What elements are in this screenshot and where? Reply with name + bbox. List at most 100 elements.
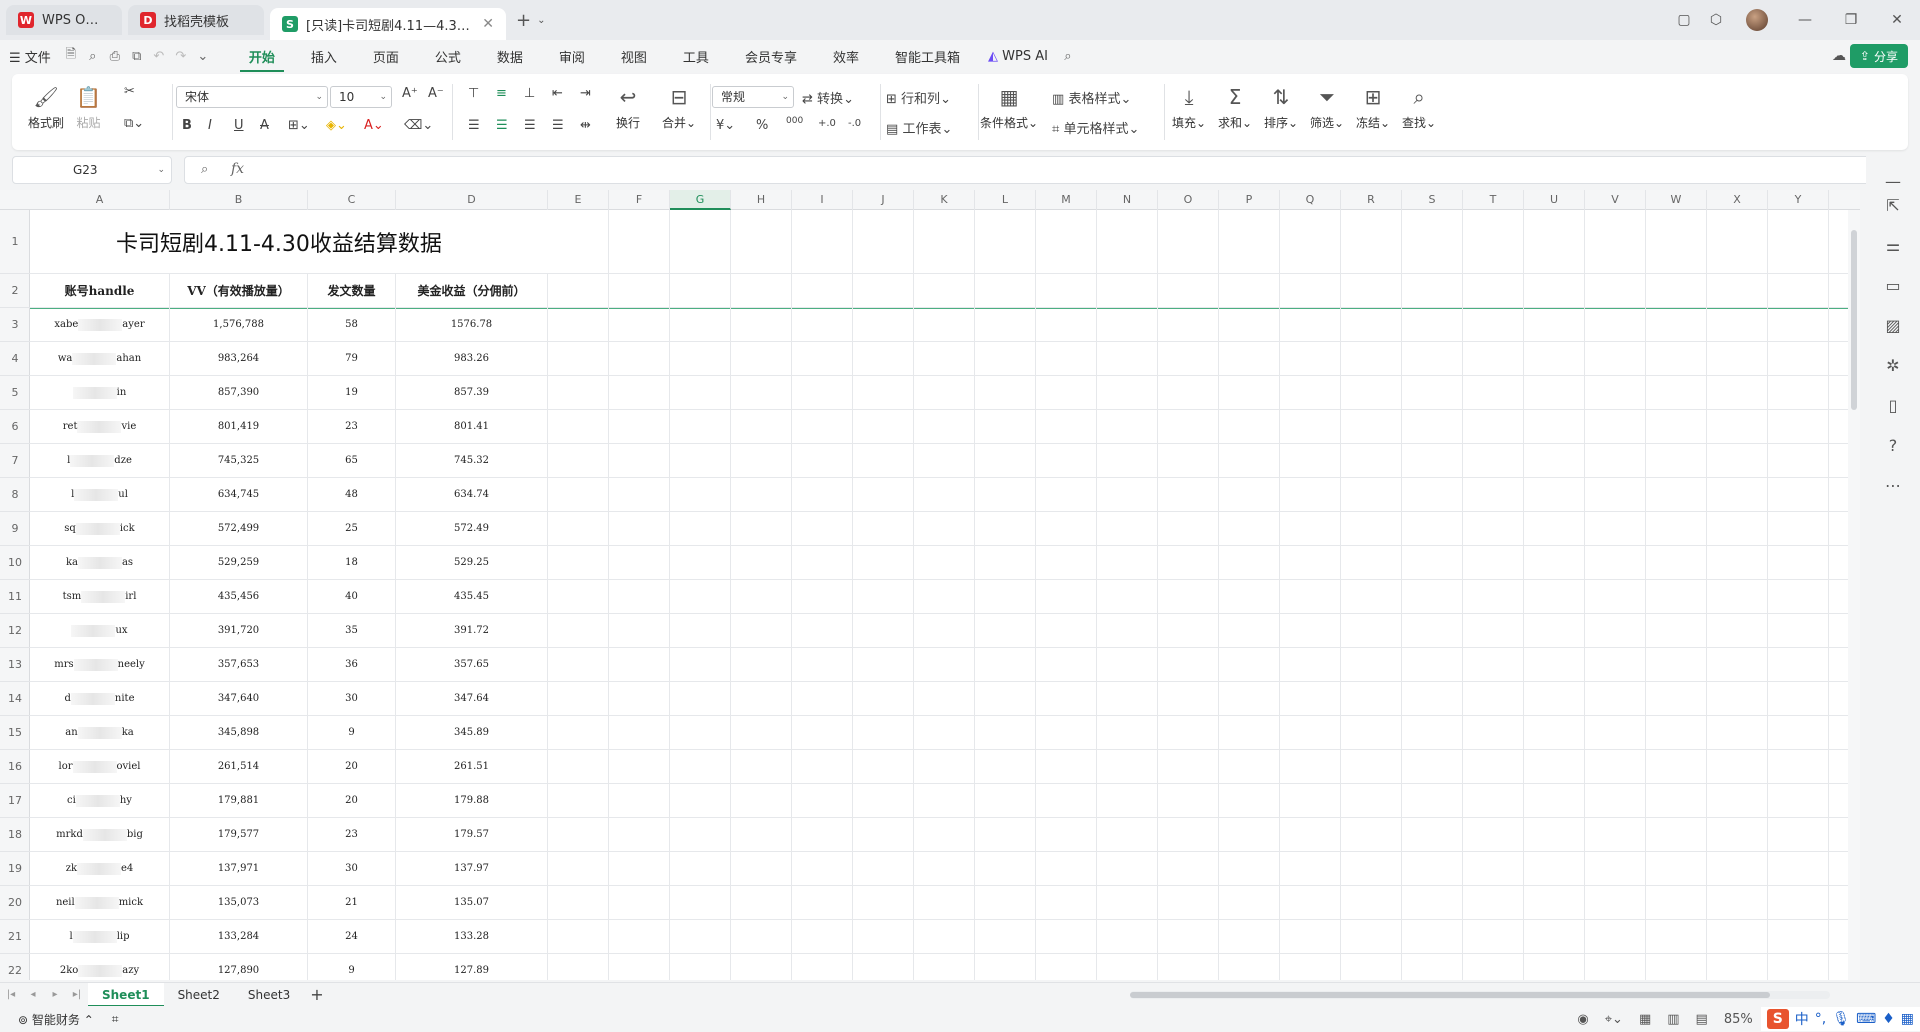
justify-icon[interactable]: ☰ xyxy=(552,118,564,133)
cell-Q8[interactable] xyxy=(1280,478,1341,511)
cell-W11[interactable] xyxy=(1646,580,1707,613)
comment-icon[interactable]: ▭ xyxy=(1866,276,1920,295)
add-sheet-button[interactable]: + xyxy=(310,985,323,1004)
cell-S17[interactable] xyxy=(1402,784,1463,817)
cell-U18[interactable] xyxy=(1524,818,1585,851)
cell-W17[interactable] xyxy=(1646,784,1707,817)
row-header-19[interactable]: 19 xyxy=(0,852,30,886)
cell-C20[interactable]: 21 xyxy=(308,886,396,919)
cell-F2[interactable] xyxy=(609,274,670,307)
cell-C8[interactable]: 48 xyxy=(308,478,396,511)
cell-K1[interactable] xyxy=(914,210,975,273)
cell-S2[interactable] xyxy=(1402,274,1463,307)
cell-V22[interactable] xyxy=(1585,954,1646,980)
decrease-font-icon[interactable]: A⁻ xyxy=(428,86,444,101)
cell-X15[interactable] xyxy=(1707,716,1768,749)
cell-W21[interactable] xyxy=(1646,920,1707,953)
cell-X20[interactable] xyxy=(1707,886,1768,919)
cell-Y6[interactable] xyxy=(1768,410,1829,443)
row-header-8[interactable]: 8 xyxy=(0,478,30,512)
eye-protection-icon[interactable]: ◉ xyxy=(1577,1012,1588,1027)
cell-H13[interactable] xyxy=(731,648,792,681)
cell-P17[interactable] xyxy=(1219,784,1280,817)
row-header-11[interactable]: 11 xyxy=(0,580,30,614)
restore-icon[interactable]: ❐ xyxy=(1828,12,1874,28)
cell-Q19[interactable] xyxy=(1280,852,1341,885)
format-painter-button[interactable]: 🖌 格式刷 xyxy=(28,84,64,131)
cell-I14[interactable] xyxy=(792,682,853,715)
name-box[interactable]: G23 ⌄ xyxy=(12,156,172,184)
zoom-level[interactable]: 85% xyxy=(1724,1012,1753,1027)
row-header-9[interactable]: 9 xyxy=(0,512,30,546)
cell-I19[interactable] xyxy=(792,852,853,885)
cell-E8[interactable] xyxy=(548,478,609,511)
cell-N1[interactable] xyxy=(1097,210,1158,273)
cell-X14[interactable] xyxy=(1707,682,1768,715)
cell-R21[interactable] xyxy=(1341,920,1402,953)
cell-D22[interactable]: 127.89 xyxy=(396,954,548,980)
cell-W7[interactable] xyxy=(1646,444,1707,477)
cell-W2[interactable] xyxy=(1646,274,1707,307)
cloud-sync-icon[interactable]: ☁ xyxy=(1832,48,1846,64)
cell-Q17[interactable] xyxy=(1280,784,1341,817)
tools-icon[interactable]: ✲ xyxy=(1866,356,1920,375)
row-header-5[interactable]: 5 xyxy=(0,376,30,410)
cell-M16[interactable] xyxy=(1036,750,1097,783)
menu-smart-toolbox[interactable]: 智能工具箱 xyxy=(886,47,969,66)
column-header-L[interactable]: L xyxy=(975,190,1036,210)
cell-Y11[interactable] xyxy=(1768,580,1829,613)
font-size-select[interactable]: 10 ⌄ xyxy=(330,86,392,108)
cell-M3[interactable] xyxy=(1036,308,1097,341)
cell-D10[interactable]: 529.25 xyxy=(396,546,548,579)
column-header-B[interactable]: B xyxy=(170,190,308,210)
align-center-icon[interactable]: ☰ xyxy=(496,118,508,133)
cell-B4[interactable]: 983,264 xyxy=(170,342,308,375)
cell-K10[interactable] xyxy=(914,546,975,579)
cell-X21[interactable] xyxy=(1707,920,1768,953)
column-header-H[interactable]: H xyxy=(731,190,792,210)
row-header-1[interactable]: 1 xyxy=(0,210,30,274)
cell-C21[interactable]: 24 xyxy=(308,920,396,953)
number-format-select[interactable]: 常规 ⌄ xyxy=(712,86,794,108)
layout-icon[interactable]: ▢ xyxy=(1668,12,1700,28)
print-preview-icon[interactable]: ⧉ xyxy=(126,49,148,64)
cell-I8[interactable] xyxy=(792,478,853,511)
cell-Y13[interactable] xyxy=(1768,648,1829,681)
cell-R19[interactable] xyxy=(1341,852,1402,885)
cell-L8[interactable] xyxy=(975,478,1036,511)
cell-W5[interactable] xyxy=(1646,376,1707,409)
cell-L20[interactable] xyxy=(975,886,1036,919)
column-title[interactable]: 账号handle xyxy=(30,274,170,307)
cell-X3[interactable] xyxy=(1707,308,1768,341)
cell-I18[interactable] xyxy=(792,818,853,851)
cell-E13[interactable] xyxy=(548,648,609,681)
cell-U7[interactable] xyxy=(1524,444,1585,477)
cell-M18[interactable] xyxy=(1036,818,1097,851)
cell-P16[interactable] xyxy=(1219,750,1280,783)
last-sheet-icon[interactable]: ▸| xyxy=(66,989,88,1000)
cell-Y21[interactable] xyxy=(1768,920,1829,953)
cell-D20[interactable]: 135.07 xyxy=(396,886,548,919)
cell-O9[interactable] xyxy=(1158,512,1219,545)
cell-R15[interactable] xyxy=(1341,716,1402,749)
cell-T5[interactable] xyxy=(1463,376,1524,409)
cell-F9[interactable] xyxy=(609,512,670,545)
cell-A3[interactable]: xabe ayer xyxy=(30,308,170,341)
cell-X6[interactable] xyxy=(1707,410,1768,443)
column-header-R[interactable]: R xyxy=(1341,190,1402,210)
cell-P14[interactable] xyxy=(1219,682,1280,715)
cell-B17[interactable]: 179,881 xyxy=(170,784,308,817)
cell-E21[interactable] xyxy=(548,920,609,953)
cell-I22[interactable] xyxy=(792,954,853,980)
cell-T11[interactable] xyxy=(1463,580,1524,613)
cell-A15[interactable]: an ka xyxy=(30,716,170,749)
cell-I1[interactable] xyxy=(792,210,853,273)
cell-E3[interactable] xyxy=(548,308,609,341)
cell-V21[interactable] xyxy=(1585,920,1646,953)
cell-G14[interactable] xyxy=(670,682,731,715)
table-style-button[interactable]: ▥ 表格样式⌄ xyxy=(1052,88,1131,107)
cell-J19[interactable] xyxy=(853,852,914,885)
cell-S12[interactable] xyxy=(1402,614,1463,647)
cut-icon[interactable]: ✂ xyxy=(124,84,135,99)
cell-V9[interactable] xyxy=(1585,512,1646,545)
